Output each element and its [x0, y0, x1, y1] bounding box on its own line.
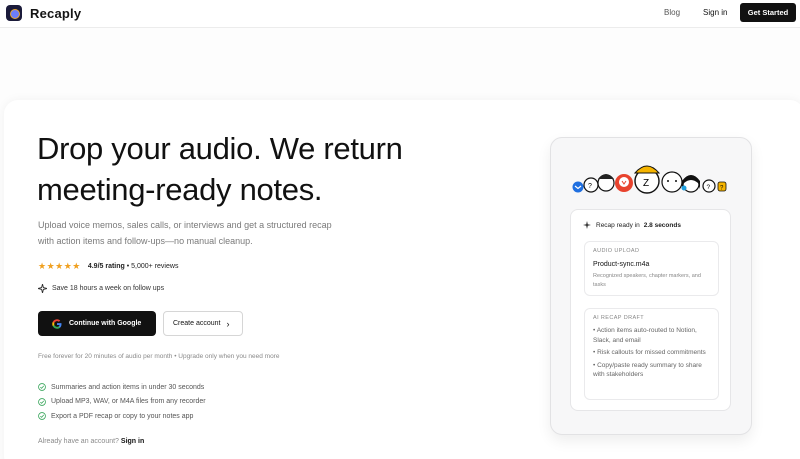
avatar-icon: ?	[702, 179, 716, 193]
check-circle-icon	[38, 383, 46, 392]
uploaded-file-name: Product-sync.m4a	[593, 261, 650, 268]
feature-text: Export a PDF recap or copy to your notes…	[51, 412, 194, 420]
create-account-button[interactable]: Create account ›	[163, 311, 243, 336]
free-plan-note: Free forever for 20 minutes of audio per…	[38, 353, 280, 360]
check-circle-icon	[38, 412, 46, 421]
recap-status-text: Recap ready in	[596, 221, 640, 229]
feature-item: Export a PDF recap or copy to your notes…	[38, 409, 206, 424]
brand-name[interactable]: Recaply	[30, 6, 81, 21]
ai-recap-draft-label: AI RECAP DRAFT	[593, 315, 645, 321]
hero-headline: Drop your audio. We return meeting-ready…	[37, 131, 403, 207]
create-account-label: Create account	[173, 320, 221, 327]
avatar-icon	[572, 181, 584, 193]
nav-sign-in-link[interactable]: Sign in	[703, 8, 727, 17]
hero-subtext: Upload voice memos, sales calls, or inte…	[38, 220, 332, 246]
draft-bullet-list: • Action items auto-routed to Notion, Sl…	[593, 326, 715, 383]
avatar-icon: ?	[583, 177, 599, 193]
avatar-icon	[661, 171, 683, 193]
svg-text:Z: Z	[643, 178, 649, 189]
feature-item: Summaries and action items in under 30 s…	[38, 380, 206, 395]
recap-status-row: Recap ready in 2.8 seconds	[583, 221, 681, 229]
draft-bullet: • Risk callouts for missed commitments	[593, 349, 706, 356]
google-icon	[52, 318, 62, 329]
sparkle-icon	[38, 284, 47, 293]
sparkle-icon	[583, 221, 591, 229]
avatar-icon: ?	[717, 181, 727, 192]
svg-text:?: ?	[707, 184, 711, 191]
draft-bullet: • Action items auto-routed to Notion, Sl…	[593, 327, 697, 344]
uploaded-file-description: Recognized speakers, chapter markers, an…	[593, 273, 701, 288]
draft-bullet: • Copy/paste ready summary to share with…	[593, 361, 702, 379]
rating-reviews: • 5,000+ reviews	[126, 263, 179, 270]
already-account-text: Already have an account?	[38, 438, 119, 445]
check-circle-icon	[38, 397, 46, 406]
top-nav: Recaply Blog Sign in Get Started	[0, 0, 800, 28]
nav-blog-link[interactable]: Blog	[664, 8, 680, 17]
feature-text: Summaries and action items in under 30 s…	[51, 383, 205, 391]
recap-seconds: 2.8 seconds	[643, 221, 681, 229]
save-time-row: Save 18 hours a week on follow ups	[38, 284, 164, 293]
feature-item: Upload MP3, WAV, or M4A files from any r…	[38, 395, 206, 410]
get-started-button[interactable]: Get Started	[740, 3, 796, 22]
google-button-label: Continue with Google	[69, 320, 142, 327]
continue-with-google-button[interactable]: Continue with Google	[38, 311, 156, 336]
feature-text: Upload MP3, WAV, or M4A files from any r…	[51, 398, 206, 406]
team-avatars-illustration: ? Z ? ?	[572, 165, 727, 194]
chevron-right-icon: ›	[226, 318, 230, 329]
svg-text:?: ?	[588, 183, 592, 190]
avatar-icon	[615, 174, 633, 192]
avatar-icon	[597, 174, 615, 192]
rating-score: 4.9/5 rating	[87, 263, 125, 270]
avatar-icon	[681, 175, 700, 193]
audio-upload-label: AUDIO UPLOAD	[593, 248, 640, 254]
audio-upload-card: AUDIO UPLOAD Product-sync.m4a Recognized…	[584, 241, 719, 296]
star-icon: ★★★★★	[38, 261, 81, 271]
feature-list: Summaries and action items in under 30 s…	[38, 380, 206, 424]
rating-row: ★★★★★ 4.9/5 rating • 5,000+ reviews	[38, 261, 178, 272]
ai-recap-draft-card: AI RECAP DRAFT • Action items auto-route…	[584, 308, 719, 400]
logo-icon[interactable]	[6, 5, 22, 21]
sign-in-link[interactable]: Sign in	[121, 438, 144, 445]
save-time-text: Save 18 hours a week on follow ups	[52, 285, 165, 292]
already-account-row: Already have an account? Sign in	[38, 438, 144, 445]
avatar-icon: Z	[633, 165, 661, 194]
